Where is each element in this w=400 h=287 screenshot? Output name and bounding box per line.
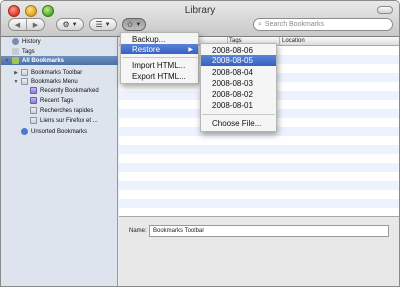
sidebar-item-label: Unsorted Bookmarks [31,128,88,135]
chevron-down-icon: ▼ [104,21,111,28]
sidebar-item[interactable]: ▼ Bookmarks Menu [1,77,118,86]
library-window: Library ◀ ▶ ⚙ ▼ ☰ ▼ ✩ ▼ ⌕ Search Bookmarks … [0,0,400,287]
search-input[interactable]: ⌕ Search Bookmarks [253,18,393,31]
star-icon [12,57,19,64]
sidebar-item-label: Tags [22,48,35,55]
chevron-down-icon: ▼ [71,21,78,28]
search-placeholder: Search Bookmarks [264,21,325,28]
sidebar-item-label: Recently Bookmarked [40,87,99,94]
menu-item-backup[interactable]: Backup... [121,34,198,44]
list-row[interactable] [119,145,399,154]
list-row[interactable] [119,181,399,190]
list-row[interactable] [119,199,399,208]
back-forward-group: ◀ ▶ [8,18,45,31]
folder-icon [21,69,28,76]
sidebar-item-label: Recent Tags [40,97,74,104]
menu-item-restore-label: Restore [132,44,161,54]
restore-backup-item[interactable]: 2008-08-03 [201,78,276,88]
gear-icon: ⚙ [62,20,70,29]
sidebar-item-label: History [22,38,41,45]
restore-backup-item[interactable]: 2008-08-04 [201,67,276,77]
history-icon [12,38,19,45]
search-icon: ⌕ [258,20,262,28]
star-icon: ✩ [126,20,134,29]
sidebar-item[interactable]: ▼ All Bookmarks [1,56,118,65]
details-pane: Name: Bookmarks Toolbar [119,216,399,286]
restore-backup-item[interactable]: 2008-08-01 [201,100,276,110]
choose-file-item[interactable]: Choose File... [201,118,276,128]
smart-folder-icon [30,87,37,94]
sidebar-item-label: All Bookmarks [22,57,65,64]
sidebar-item[interactable]: Unsorted Bookmarks [1,127,118,136]
sidebar-item[interactable]: Liens sur Firefox et ... [1,116,118,125]
disclosure-triangle-icon[interactable]: ▶ [13,70,19,76]
submenu-arrow-icon: ▶ [188,46,193,53]
window-title: Library [184,5,216,16]
import-backup-menu: Backup... Restore ▶ Import HTML... Expor… [120,32,199,84]
tags-icon [12,48,19,55]
sidebar-item[interactable]: History [1,37,118,46]
forward-arrow-icon[interactable]: ▶ [26,19,44,30]
views-button[interactable]: ☰ ▼ [89,18,117,31]
restore-submenu: 2008-08-06 2008-08-05 2008-08-04 2008-08… [200,43,277,132]
name-label: Name: [129,228,147,234]
menu-item-restore[interactable]: Restore ▶ [121,44,198,54]
sidebar-item[interactable]: Recherches rapides [1,106,118,115]
menu-item-export-html[interactable]: Export HTML... [121,71,198,81]
sidebar-item[interactable]: ▶ Bookmarks Toolbar [1,68,118,77]
restore-backup-item[interactable]: 2008-08-02 [201,89,276,99]
import-backup-button[interactable]: ✩ ▼ [122,18,146,31]
folder-icon [30,117,37,124]
disclosure-triangle-icon[interactable]: ▼ [4,58,10,64]
sidebar: History Tags ▼ All Bookmarks ▶ Bookmarks Tool… [1,37,118,286]
folder-icon [30,107,37,114]
sidebar-item-label: Recherches rapides [40,107,94,114]
organize-button[interactable]: ⚙ ▼ [56,18,84,31]
menu-separator [122,57,197,58]
chevron-down-icon: ▼ [135,21,142,28]
sidebar-item[interactable]: Tags [1,47,118,56]
toolbar-toggle-button[interactable] [377,6,393,14]
disclosure-triangle-icon[interactable]: ▼ [13,79,19,85]
list-view-icon: ☰ [95,20,103,29]
folder-icon [21,78,28,85]
name-field[interactable]: Bookmarks Toolbar [149,225,389,237]
sidebar-item-label: Liens sur Firefox et ... [40,117,98,124]
column-divider [279,37,280,46]
restore-backup-item[interactable]: 2008-08-06 [201,45,276,55]
sidebar-item[interactable]: Recent Tags [1,96,118,105]
back-arrow-icon[interactable]: ◀ [9,19,26,30]
sidebar-item-label: Bookmarks Menu [31,78,78,85]
unsorted-icon [21,128,28,135]
restore-backup-item[interactable]: 2008-08-05 [201,55,276,66]
sidebar-item[interactable]: Recently Bookmarked [1,86,118,95]
menu-separator [202,114,275,115]
sidebar-item-label: Bookmarks Toolbar [31,69,83,76]
list-row[interactable] [119,163,399,172]
title-bar: Library ◀ ▶ ⚙ ▼ ☰ ▼ ✩ ▼ ⌕ Search Bookmarks [1,1,399,37]
column-header-location[interactable]: Location [282,38,305,44]
menu-item-import-html[interactable]: Import HTML... [121,60,198,70]
smart-folder-icon [30,97,37,104]
